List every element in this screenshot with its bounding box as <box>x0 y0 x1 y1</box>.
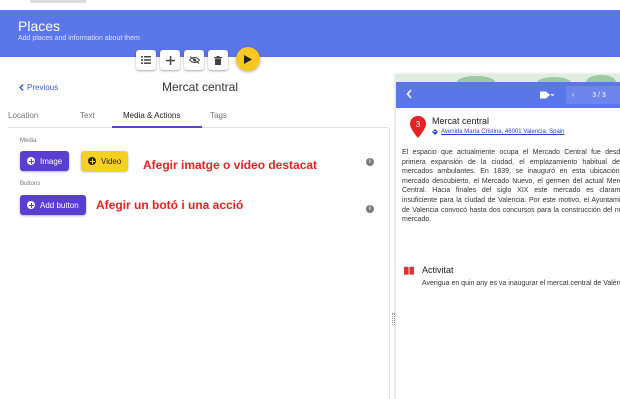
delete-button[interactable] <box>208 50 228 70</box>
list-icon <box>141 56 151 64</box>
add-video-button[interactable]: Video <box>81 151 129 171</box>
active-tab-indicator <box>112 126 202 128</box>
chevron-left-icon[interactable]: ‹ <box>572 92 574 99</box>
chevron-left-icon[interactable] <box>406 89 412 99</box>
tab-location[interactable]: Location <box>8 111 38 120</box>
buttons-section-label: Buttons <box>20 181 41 187</box>
play-icon <box>244 54 252 64</box>
add-button-label: Add button <box>40 200 79 210</box>
preview-description: El espacio que actualmente ocupa el Merc… <box>402 149 620 224</box>
buttons-annotation: Afegir un botó i una acció <box>96 198 244 212</box>
media-annotation: Afegir imatge o vídeo destacat <box>143 158 318 172</box>
video-button-label: Video <box>101 156 122 166</box>
place-title: Mercat central <box>161 80 239 94</box>
previous-label: Previous <box>27 83 59 92</box>
book-icon <box>404 266 414 275</box>
map-marker-icon: 3 <box>410 116 426 138</box>
add-circle-icon <box>88 157 96 165</box>
address-label: Avenida María Cristina, 46001 Valencia, … <box>441 129 565 135</box>
add-place-button[interactable] <box>160 50 180 70</box>
floating-toolbar <box>136 50 228 70</box>
list-button[interactable] <box>136 50 156 70</box>
app-header: Places Add places and information about … <box>0 10 620 57</box>
app-root: Places Add places and information about … <box>0 0 620 399</box>
window-tab[interactable] <box>30 0 86 3</box>
media-info-icon[interactable]: i <box>366 158 374 166</box>
add-circle-icon <box>27 157 35 165</box>
header-subtitle: Add places and information about them <box>18 35 140 42</box>
image-button-label: Image <box>40 156 63 166</box>
buttons-info-icon[interactable]: i <box>366 205 374 213</box>
marker-number: 3 <box>416 120 421 129</box>
activity-text: Averigua en quin any es va inaugurar el … <box>422 280 620 287</box>
previous-link[interactable]: Previous <box>19 83 58 92</box>
tab-media-actions[interactable]: Media & Actions <box>123 111 180 120</box>
panel-divider <box>389 128 390 399</box>
preview-navbar: ‹ 3 / 3 › <box>396 82 620 108</box>
chevron-left-icon <box>19 84 24 91</box>
eye-off-icon <box>188 56 200 64</box>
pager-label: 3 / 3 <box>592 91 606 99</box>
directions-icon <box>432 129 438 135</box>
play-button[interactable] <box>236 47 260 71</box>
tags-icon[interactable] <box>540 90 554 100</box>
trash-icon <box>214 55 222 65</box>
preview-pager: ‹ 3 / 3 › <box>566 86 620 104</box>
add-image-button[interactable]: Image <box>20 151 70 171</box>
tab-text[interactable]: Text <box>80 111 95 120</box>
add-circle-icon <box>27 201 35 209</box>
top-strip <box>0 0 620 10</box>
preview-place-name: Mercat central <box>432 116 490 126</box>
resize-handle[interactable] <box>392 313 395 325</box>
tab-tags[interactable]: Tags <box>210 111 227 120</box>
preview-address-link[interactable]: Avenida María Cristina, 46001 Valencia, … <box>432 129 565 135</box>
add-button-button[interactable]: Add button <box>20 195 86 215</box>
preview-panel: ‹ 3 / 3 › 3 Mercat central Avenida María… <box>396 74 620 399</box>
header-title: Places <box>18 18 61 34</box>
editor-tabs: Location Text Media & Actions Tags <box>8 106 388 128</box>
media-section-label: Media <box>20 138 37 144</box>
activity-title: Activitat <box>422 265 454 275</box>
plus-icon <box>165 55 175 65</box>
hide-button[interactable] <box>184 50 204 70</box>
